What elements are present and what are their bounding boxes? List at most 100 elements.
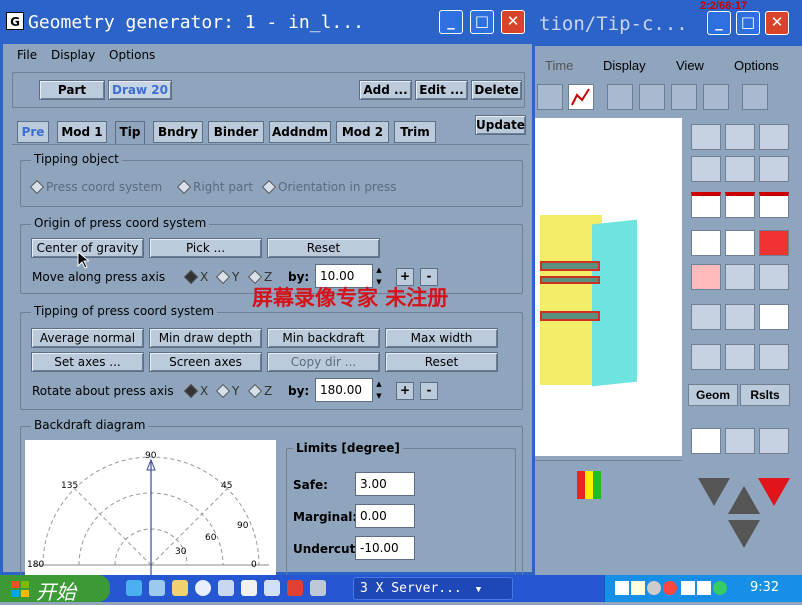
rotate-minus-button[interactable]: -	[420, 382, 438, 400]
tipping-reset-button[interactable]: Reset	[385, 352, 498, 372]
red-roll-icon[interactable]	[691, 428, 721, 454]
patch-3-icon[interactable]	[759, 304, 789, 330]
move-axis-y[interactable]: Y	[215, 269, 239, 285]
camera-icon[interactable]	[310, 580, 326, 596]
wifi-icon[interactable]	[697, 581, 711, 595]
tab-mod2[interactable]: Mod 2	[336, 121, 389, 143]
rotate-value-field[interactable]: 180.00	[315, 378, 373, 402]
radio-press-coord[interactable]: Press coord system	[29, 179, 162, 195]
home-icon[interactable]	[287, 580, 303, 596]
copy-dir-button[interactable]: Copy dir ...	[267, 352, 380, 372]
app-icon-2[interactable]	[264, 580, 280, 596]
network-icon[interactable]	[631, 581, 645, 595]
keyboard-icon[interactable]	[615, 581, 629, 595]
main-close-button[interactable]: ✕	[501, 10, 525, 34]
tab-binder[interactable]: Binder	[208, 121, 264, 143]
rotate-spinner-icon[interactable]: ▲ ▼	[374, 378, 384, 402]
volume-icon[interactable]	[647, 581, 661, 595]
min-draw-depth-button[interactable]: Min draw depth	[149, 328, 262, 348]
red-quad-3-icon[interactable]	[759, 230, 789, 256]
surface-6-icon[interactable]	[759, 156, 789, 182]
marginal-field[interactable]: 0.00	[355, 504, 415, 528]
tab-tip[interactable]: Tip	[115, 121, 145, 145]
surface-2-icon[interactable]	[725, 124, 755, 150]
red-shape-icon[interactable]	[691, 264, 721, 290]
ie-icon[interactable]	[126, 580, 142, 596]
maximize-button[interactable]: □	[736, 11, 760, 35]
graph-icon[interactable]	[568, 84, 594, 110]
navigation-arrows-icon[interactable]	[692, 466, 794, 566]
background-window-titlebar[interactable]: tion/Tip-c...	[535, 0, 802, 46]
undercut-field[interactable]: -10.00	[355, 536, 415, 560]
menu-file[interactable]: File	[17, 48, 37, 62]
pressure-icon[interactable]	[671, 84, 697, 110]
clock-app-icon[interactable]	[195, 580, 211, 596]
person-icon[interactable]	[691, 344, 721, 370]
surface-5-icon[interactable]	[725, 156, 755, 182]
tool-icon[interactable]	[742, 84, 768, 110]
main-maximize-button[interactable]: □	[470, 10, 494, 34]
arrow-up-icon[interactable]	[725, 264, 755, 290]
graphics-viewport[interactable]	[535, 118, 682, 456]
desktop-icon[interactable]	[149, 580, 165, 596]
delete-button[interactable]: Delete	[471, 80, 522, 100]
menu-display[interactable]: Display	[603, 58, 646, 73]
menu-options[interactable]: Options	[734, 58, 779, 73]
menu-display-main[interactable]: Display	[51, 48, 95, 62]
tab-geom[interactable]: Geom	[688, 384, 738, 406]
pick-button[interactable]: Pick ...	[149, 238, 262, 258]
rotate-axis-y[interactable]: Y	[215, 383, 239, 399]
chat-icon[interactable]	[713, 581, 727, 595]
rotate-axis-z[interactable]: Z	[247, 383, 272, 399]
close-button[interactable]: ✕	[765, 11, 789, 35]
patch-icon[interactable]	[691, 304, 721, 330]
tab-pre[interactable]: Pre	[17, 121, 49, 143]
move-axis-x[interactable]: X	[183, 269, 208, 285]
red-quad-2-icon[interactable]	[725, 230, 755, 256]
add-button[interactable]: Add ...	[359, 80, 412, 100]
check-all-icon[interactable]	[759, 192, 789, 218]
thermometer2-icon[interactable]	[639, 84, 665, 110]
tab-rslts[interactable]: Rslts	[740, 384, 790, 406]
rotate-axis-x[interactable]: X	[183, 383, 208, 399]
layers-icon[interactable]	[759, 264, 789, 290]
tab-bndry[interactable]: Bndry	[153, 121, 203, 143]
edit-button[interactable]: Edit ...	[415, 80, 468, 100]
radio-orientation[interactable]: Orientation in press	[261, 179, 397, 195]
uncheck-icon[interactable]	[691, 192, 721, 218]
players-icon[interactable]	[241, 580, 257, 596]
patch-2-icon[interactable]	[725, 304, 755, 330]
folder-icon[interactable]	[172, 580, 188, 596]
surface-3-icon[interactable]	[759, 124, 789, 150]
persons-icon[interactable]	[759, 344, 789, 370]
main-minimize-button[interactable]: _	[439, 10, 463, 34]
explorer-icon[interactable]	[218, 580, 234, 596]
plane-icon[interactable]	[725, 428, 755, 454]
safe-field[interactable]: 3.00	[355, 472, 415, 496]
update-button[interactable]: Update	[475, 115, 526, 135]
max-width-button[interactable]: Max width	[385, 328, 498, 348]
average-normal-button[interactable]: Average normal	[31, 328, 144, 348]
tab-mod1[interactable]: Mod 1	[57, 121, 107, 143]
surface-icon[interactable]	[691, 124, 721, 150]
set-axes-button[interactable]: Set axes ...	[31, 352, 144, 372]
security-icon[interactable]	[663, 581, 677, 595]
menu-options-main[interactable]: Options	[109, 48, 155, 62]
check-icon[interactable]	[725, 192, 755, 218]
shield-icon[interactable]	[681, 581, 695, 595]
tab-trim[interactable]: Trim	[394, 121, 436, 143]
tab-addndm[interactable]: Addndm	[269, 121, 331, 143]
cylinder-icon[interactable]	[759, 428, 789, 454]
red-quad-icon[interactable]	[691, 230, 721, 256]
taskbar-item-xserver[interactable]: 3 X Server... ▼	[353, 577, 513, 600]
menu-view[interactable]: View	[676, 58, 704, 73]
draw-selector[interactable]: Draw 20	[108, 80, 172, 100]
rotate-plus-button[interactable]: +	[396, 382, 414, 400]
min-backdraft-button[interactable]: Min backdraft	[267, 328, 380, 348]
part-button[interactable]: Part	[39, 80, 105, 100]
thermometer-icon[interactable]	[607, 84, 633, 110]
origin-reset-button[interactable]: Reset	[267, 238, 380, 258]
bridge-icon[interactable]	[537, 84, 563, 110]
minimize-button[interactable]: _	[707, 11, 731, 35]
screen-axes-button[interactable]: Screen axes	[149, 352, 262, 372]
